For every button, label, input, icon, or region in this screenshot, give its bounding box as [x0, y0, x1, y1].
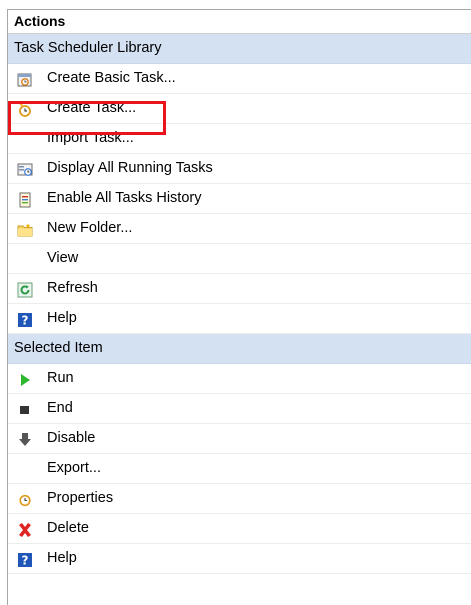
section-header-label: Selected Item — [14, 340, 103, 356]
action-label: Disable — [47, 430, 96, 446]
action-export[interactable]: Export... — [8, 454, 471, 484]
action-run[interactable]: Run — [8, 364, 471, 394]
action-label: Create Basic Task... — [47, 70, 176, 86]
help-icon: ? — [17, 310, 33, 328]
action-create-basic-task[interactable]: Create Basic Task... — [8, 64, 471, 94]
action-new-folder[interactable]: New Folder... — [8, 214, 471, 244]
create-task-icon — [17, 100, 33, 117]
action-label: Properties — [47, 490, 114, 506]
action-create-task[interactable]: Create Task... — [8, 94, 471, 124]
section-header-label: Task Scheduler Library — [14, 40, 162, 56]
refresh-icon — [17, 280, 33, 298]
action-label: Delete — [47, 520, 89, 536]
panel-title: Actions — [8, 10, 471, 34]
svg-text:?: ? — [22, 554, 29, 568]
end-icon — [17, 400, 33, 416]
disable-icon — [17, 430, 33, 446]
action-help-selected[interactable]: ? Help — [8, 544, 471, 574]
svg-text:?: ? — [22, 314, 29, 328]
action-label: New Folder... — [47, 220, 133, 236]
action-end[interactable]: End — [8, 394, 471, 424]
action-help[interactable]: ? Help — [8, 304, 471, 334]
action-label: Refresh — [47, 280, 98, 296]
delete-icon — [17, 520, 33, 537]
action-label: Display All Running Tasks — [47, 160, 213, 176]
action-label: Help — [47, 550, 77, 566]
action-view[interactable]: View ◂ — [8, 244, 471, 274]
action-import-task[interactable]: Import Task... — [8, 124, 471, 154]
action-label: Help — [47, 310, 77, 326]
folder-icon — [17, 220, 33, 237]
properties-icon — [17, 490, 33, 507]
help-icon: ? — [17, 550, 33, 568]
running-tasks-icon — [17, 160, 33, 176]
action-delete[interactable]: Delete — [8, 514, 471, 544]
section-header-task-scheduler-library[interactable]: Task Scheduler Library ▸ — [8, 34, 471, 64]
action-refresh[interactable]: Refresh — [8, 274, 471, 304]
action-properties[interactable]: Properties — [8, 484, 471, 514]
action-label: Enable All Tasks History — [47, 190, 202, 206]
actions-panel: Actions Task Scheduler Library ▸ Create … — [7, 9, 471, 605]
action-label: Import Task... — [47, 130, 134, 146]
action-label: Export... — [47, 460, 101, 476]
run-icon — [17, 370, 33, 386]
action-display-running-tasks[interactable]: Display All Running Tasks — [8, 154, 471, 184]
create-basic-task-icon — [17, 70, 33, 87]
action-label: Run — [47, 370, 74, 386]
action-label: Create Task... — [47, 100, 137, 116]
action-disable[interactable]: Disable — [8, 424, 471, 454]
tasks-history-icon — [17, 190, 33, 208]
action-label: View — [47, 250, 79, 266]
action-label: End — [47, 400, 73, 416]
section-header-selected-item[interactable]: Selected Item ▸ — [8, 334, 471, 364]
action-enable-tasks-history[interactable]: Enable All Tasks History — [8, 184, 471, 214]
